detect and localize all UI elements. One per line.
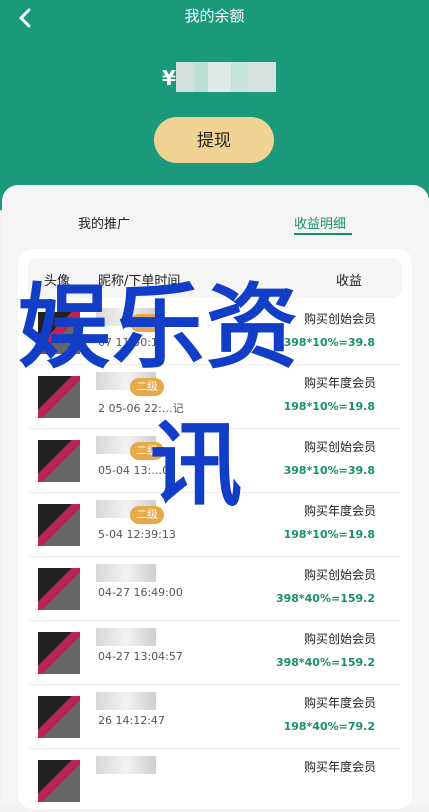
order-time: 04-27 16:49:00 xyxy=(98,586,183,599)
income-title: 购买创始会员 xyxy=(303,632,376,646)
balance-amount-prefix: ¥ xyxy=(162,66,176,90)
income-title: 购买创始会员 xyxy=(303,568,376,582)
table-header-income: 收益 xyxy=(335,274,362,289)
order-time: 26 14:12:47 xyxy=(98,714,165,727)
order-time: 07 11:50:12 xyxy=(98,336,165,349)
avatar xyxy=(38,312,80,354)
avatar xyxy=(38,696,80,738)
income-title: 购买创始会员 xyxy=(303,440,376,454)
income-value: 398*10%=39.8 xyxy=(283,464,375,477)
income-title: 购买年度会员 xyxy=(303,376,376,390)
table-header: 头像 昵称/下单时间 收益 xyxy=(28,258,402,298)
table-row[interactable]: 04-27 16:49:00 购买创始会员 398*40%=159.2 xyxy=(28,556,400,621)
balance-amount-obscured xyxy=(176,62,276,92)
table-row[interactable]: 二级 2 05-06 22:…记 购买年度会员 198*10%=19.8 xyxy=(28,364,400,429)
income-title: 购买创始会员 xyxy=(303,312,376,326)
income-value: 198*10%=19.8 xyxy=(283,400,375,413)
income-title: 购买年度会员 xyxy=(303,696,376,710)
tab-my-promotion[interactable]: 我的推广 xyxy=(78,213,130,232)
income-value: 198*40%=79.2 xyxy=(283,720,375,733)
table-row[interactable]: 二级 07 11:50:12 购买创始会员 398*10%=39.8 xyxy=(28,300,400,365)
income-value: 398*10%=39.8 xyxy=(283,336,375,349)
table-row[interactable]: 04-27 13:04:57 购买创始会员 398*40%=159.2 xyxy=(28,620,400,685)
nickname-obscured xyxy=(96,756,156,774)
nickname-obscured xyxy=(96,692,156,710)
income-value: 398*40%=159.2 xyxy=(275,656,375,669)
level-badge: 二级 xyxy=(130,378,164,396)
avatar xyxy=(38,632,80,674)
avatar xyxy=(38,504,80,546)
active-tab-underline xyxy=(294,233,352,235)
page-title: 我的余额 xyxy=(184,7,245,25)
avatar xyxy=(38,376,80,418)
table-row[interactable]: 26 14:12:47 购买年度会员 198*40%=79.2 xyxy=(28,684,400,749)
order-time: 5-04 12:39:13 xyxy=(98,528,176,541)
avatar xyxy=(38,568,80,610)
avatar xyxy=(38,760,80,802)
income-value: 198*10%=19.8 xyxy=(283,528,375,541)
table-header-avatar: 头像 xyxy=(44,274,71,289)
balance-header: 我的余额 ¥ 提现 xyxy=(0,0,429,210)
avatar xyxy=(38,440,80,482)
table-row[interactable]: 二级 5-04 12:39:13 购买年度会员 198*10%=19.8 xyxy=(28,492,400,557)
nickname-obscured xyxy=(96,564,156,582)
income-title: 购买年度会员 xyxy=(303,504,376,518)
order-time: 2 05-06 22:…记 xyxy=(98,402,184,415)
income-title: 购买年度会员 xyxy=(303,760,376,774)
order-time: 04-27 13:04:57 xyxy=(98,650,183,663)
level-badge: 二级 xyxy=(130,442,164,460)
withdraw-button[interactable]: 提现 xyxy=(154,117,274,163)
order-time: 05-04 13:…02 xyxy=(98,464,177,477)
table-row[interactable]: 二级 05-04 13:…02 购买创始会员 398*10%=39.8 xyxy=(28,428,400,493)
tab-income-details[interactable]: 收益明细 xyxy=(294,213,346,232)
level-badge: 二级 xyxy=(130,314,164,332)
income-value: 398*40%=159.2 xyxy=(275,592,375,605)
table-row[interactable]: 购买年度会员 xyxy=(28,748,400,812)
table-header-nickname-time: 昵称/下单时间 xyxy=(98,274,181,289)
level-badge: 二级 xyxy=(130,506,164,524)
tabs-bar: 我的推广 收益明细 xyxy=(2,185,429,245)
nickname-obscured xyxy=(96,628,156,646)
